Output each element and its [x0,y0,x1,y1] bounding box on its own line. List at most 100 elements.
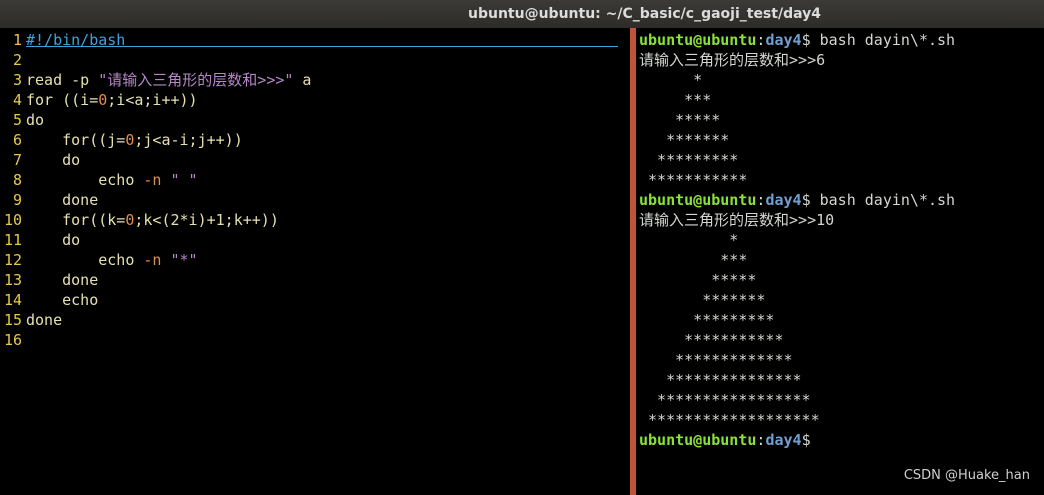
editor-line[interactable]: 1 #!/bin/bash [0,30,630,50]
editor-line[interactable]: 13 done [0,270,630,290]
line-number: 8 [12,171,22,189]
terminal-output-line: *********** [639,330,1044,350]
line-number: 4 [12,91,22,109]
terminal-output-line: ******************* [639,410,1044,430]
terminal-output-line: 请输入三角形的层数和>>>6 [639,50,1044,70]
output-text: ******* [639,291,766,309]
output-text: *********** [639,171,748,189]
output-text: ***************** [639,391,811,409]
code-token: done [26,271,99,289]
code-token: "请输入三角形的层数和>>>" [98,71,294,89]
code-token: -n [143,251,162,269]
line-number: 11 [3,231,22,249]
prompt-path: day4 [765,191,802,209]
output-text: *** [639,91,712,109]
editor-line[interactable]: 7 do [0,150,630,170]
window-title: ubuntu@ubuntu: ~/C_basic/c_gaoji_test/da… [468,6,821,22]
output-text: * [639,71,703,89]
terminal-prompt-line: ubuntu@ubuntu:day4$ bash dayin\*.sh [639,190,1044,210]
terminal-output-line: 请输入三角形的层数和>>>10 [639,210,1044,230]
code-token: echo [26,171,144,189]
line-number: 14 [3,291,22,309]
code-token: 0 [98,91,108,109]
terminal-output-line: ********* [639,150,1044,170]
editor-line[interactable]: 9 done [0,190,630,210]
code-token: read -p [26,71,99,89]
output-text: * [639,231,739,249]
window-titlebar: ubuntu@ubuntu: ~/C_basic/c_gaoji_test/da… [0,0,1044,28]
editor-line[interactable]: 8 echo -n " " [0,170,630,190]
editor-line[interactable]: 15 done [0,310,630,330]
terminal-lines: ubuntu@ubuntu:day4$ bash dayin\*.sh 请输入三角… [636,28,1044,450]
editor-pane[interactable]: 1 #!/bin/bash 2 3 read -p "请输入三角形的层数和>>>" a4… [0,28,630,495]
code-token: done [26,191,99,209]
line-number: 10 [3,211,22,229]
editor-line[interactable]: 3 read -p "请输入三角形的层数和>>>" a [0,70,630,90]
prompt-user: ubuntu@ubuntu [639,31,757,49]
terminal-prompt-line: ubuntu@ubuntu:day4$ [639,430,1044,450]
terminal-output-line: *** [639,90,1044,110]
code-token: " " [161,171,198,189]
terminal-output-line: ******* [639,290,1044,310]
code-token: a [293,71,312,89]
line-number: 15 [3,311,22,329]
terminal-output-line: * [639,230,1044,250]
code-token: ;j<a-i;j++)) [134,131,243,149]
terminal-output-line: ******* [639,130,1044,150]
editor-line[interactable]: 14 echo [0,290,630,310]
terminal-output-line: *************** [639,370,1044,390]
output-text: *********** [639,331,784,349]
editor-lines: 1 #!/bin/bash 2 3 read -p "请输入三角形的层数和>>>" a4… [0,28,630,350]
editor-line[interactable]: 11 do [0,230,630,250]
terminal-output-line: ***** [639,270,1044,290]
editor-line[interactable]: 2 [0,50,630,70]
terminal-prompt-line: ubuntu@ubuntu:day4$ bash dayin\*.sh [639,30,1044,50]
code-token: "*" [161,251,198,269]
prompt-symbol: $ [801,191,811,209]
prompt-user: ubuntu@ubuntu [639,191,757,209]
line-number: 13 [3,271,22,289]
code-token: for((k= [26,211,126,229]
editor-line[interactable]: 12 echo -n "*" [0,250,630,270]
cursorline-underline [26,46,618,47]
line-number: 16 [3,331,22,349]
code-token: do [26,231,81,249]
output-text: ******* [639,131,730,149]
prompt-path: day4 [765,431,802,449]
code-token: echo [26,291,99,309]
line-number: 12 [3,251,22,269]
prompt-command: bash dayin\*.sh [810,191,956,209]
editor-line[interactable]: 5 do [0,110,630,130]
line-number: 5 [12,111,22,129]
prompt-symbol: $ [801,31,811,49]
editor-line[interactable]: 6 for((j=0;j<a-i;j++)) [0,130,630,150]
code-token: echo [26,251,144,269]
watermark: CSDN @Huake_han [903,468,1030,483]
code-token: for((j= [26,131,126,149]
output-text: 请输入三角形的层数和>>>10 [639,211,835,229]
line-number: 2 [12,51,22,69]
output-text: ************* [639,351,793,369]
output-text: ********* [639,151,739,169]
output-text: ***** [639,271,757,289]
prompt-symbol: $ [801,431,811,449]
line-number: 3 [12,71,22,89]
prompt-user: ubuntu@ubuntu [639,431,757,449]
prompt-command: bash dayin\*.sh [810,31,956,49]
output-text: *** [639,251,748,269]
code-token: ;i<a;i++)) [107,91,198,109]
editor-line[interactable]: 10 for((k=0;k<(2*i)+1;k++)) [0,210,630,230]
code-token: do [26,151,81,169]
output-text: ********* [639,311,775,329]
output-text: ***** [639,111,721,129]
code-token: ;k<(2*i)+1;k++)) [134,211,279,229]
output-text: 请输入三角形的层数和>>>6 [639,51,826,69]
code-token: for ((i= [26,91,99,109]
terminal-output-line: *** [639,250,1044,270]
editor-line[interactable]: 4 for ((i=0;i<a;i++)) [0,90,630,110]
terminal-output-line: ********* [639,310,1044,330]
terminal-pane[interactable]: ubuntu@ubuntu:day4$ bash dayin\*.sh 请输入三角… [636,28,1044,495]
terminal-output-line: *********** [639,170,1044,190]
line-number: 1 [12,31,22,49]
editor-line[interactable]: 16 [0,330,630,350]
